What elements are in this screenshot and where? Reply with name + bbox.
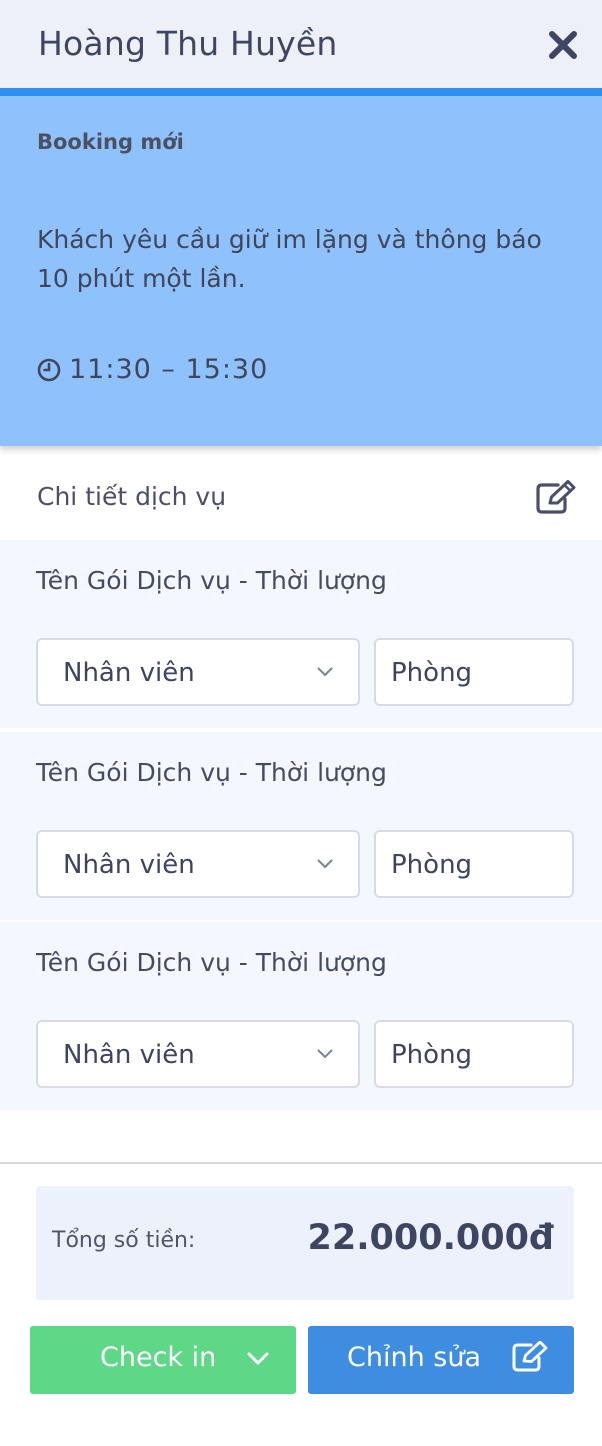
check-in-label: Check in <box>100 1342 217 1373</box>
total-value: 22.000.000đ <box>307 1218 554 1258</box>
service-item: Tên Gói Dịch vụ - Thời lượng Nhân viên P… <box>0 540 602 728</box>
edit-icon[interactable] <box>534 480 578 516</box>
booking-note: Khách yêu cầu giữ im lặng và thông báo 1… <box>37 225 542 293</box>
staff-select[interactable]: Nhân viên <box>36 1020 360 1088</box>
staff-select-value: Nhân viên <box>63 658 195 688</box>
staff-select-value: Nhân viên <box>63 1040 195 1070</box>
chevron-down-icon <box>317 859 333 869</box>
staff-select[interactable]: Nhân viên <box>36 638 360 706</box>
booking-time-text: 11:30 – 15:30 <box>69 354 269 385</box>
chevron-down-icon <box>317 667 333 677</box>
booking-status: Booking mới <box>37 130 184 154</box>
staff-select[interactable]: Nhân viên <box>36 830 360 898</box>
service-detail-header: Chi tiết dịch vụ <box>0 460 602 540</box>
room-input[interactable]: Phòng <box>374 830 574 898</box>
room-input-value: Phòng <box>391 658 473 688</box>
service-item: Tên Gói Dịch vụ - Thời lượng Nhân viên P… <box>0 922 602 1110</box>
service-name: Tên Gói Dịch vụ - Thời lượng <box>36 758 387 787</box>
customer-name: Hoàng Thu Huyền <box>38 24 338 63</box>
clock-icon <box>37 358 61 381</box>
room-input[interactable]: Phòng <box>374 1020 574 1088</box>
room-input-value: Phòng <box>391 1040 473 1070</box>
room-input-value: Phòng <box>391 850 473 880</box>
service-item: Tên Gói Dịch vụ - Thời lượng Nhân viên P… <box>0 732 602 920</box>
edit-icon <box>512 1341 548 1372</box>
edit-button[interactable]: Chỉnh sửa <box>308 1326 574 1394</box>
booking-time: 11:30 – 15:30 <box>37 354 268 385</box>
divider <box>0 1162 602 1164</box>
chevron-down-icon <box>317 1049 333 1059</box>
total-box: Tổng số tiền: 22.000.000đ <box>36 1186 574 1300</box>
edit-button-label: Chỉnh sửa <box>347 1342 481 1373</box>
staff-select-value: Nhân viên <box>63 850 195 880</box>
service-name: Tên Gói Dịch vụ - Thời lượng <box>36 948 387 977</box>
service-detail-title: Chi tiết dịch vụ <box>37 482 227 511</box>
close-icon[interactable] <box>548 30 578 60</box>
booking-card: Booking mới Khách yêu cầu giữ im lặng và… <box>0 96 602 446</box>
total-label: Tổng số tiền: <box>52 1228 196 1253</box>
chevron-down-icon[interactable] <box>247 1352 269 1366</box>
check-in-button[interactable]: Check in <box>30 1326 296 1394</box>
service-name: Tên Gói Dịch vụ - Thời lượng <box>36 566 387 595</box>
panel-header: Hoàng Thu Huyền <box>0 0 602 88</box>
header-accent-bar <box>0 88 602 96</box>
room-input[interactable]: Phòng <box>374 638 574 706</box>
